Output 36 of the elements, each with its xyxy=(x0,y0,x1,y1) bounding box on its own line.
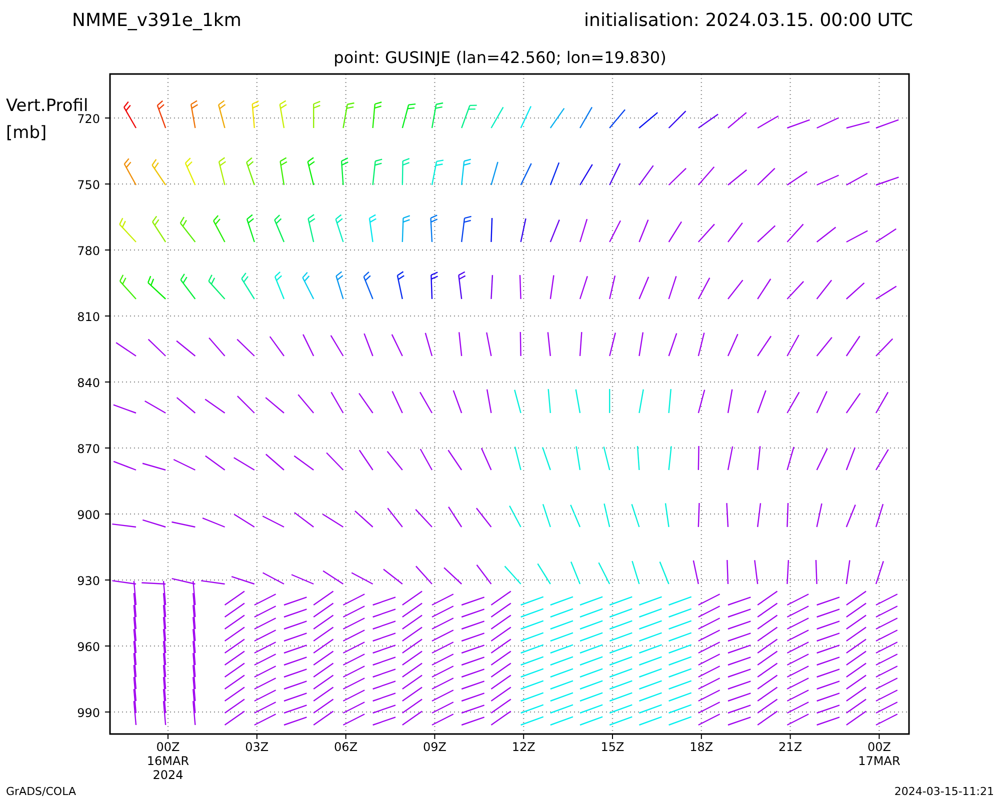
y-tick-label: 960 xyxy=(77,640,100,654)
axis-tick xyxy=(345,734,346,740)
x-tick-label: 09Z xyxy=(422,740,446,754)
axis-tick xyxy=(256,734,258,740)
y-axis-unit: [mb] xyxy=(6,123,47,143)
x-tick-label: 06Z xyxy=(334,740,358,754)
plot-title: point: GUSINJE (lan=42.560; lon=19.830) xyxy=(334,48,666,67)
y-tick-label: 720 xyxy=(77,112,100,126)
axis-tick xyxy=(878,734,880,740)
initialisation-time: initialisation: 2024.03.15. 00:00 UTC xyxy=(584,10,913,31)
axis-tick xyxy=(434,734,436,740)
software-credit: GrADS/COLA xyxy=(6,785,76,798)
axis-tick xyxy=(523,734,524,740)
x-tick-label: 03Z xyxy=(245,740,269,754)
axis-tick xyxy=(612,734,613,740)
x-tick-label: 00Z xyxy=(867,740,891,754)
model-name: NMME_v391e_1km xyxy=(72,10,242,31)
y-tick-label: 810 xyxy=(77,310,100,324)
axis-tick xyxy=(790,734,791,740)
y-tick-label: 990 xyxy=(77,706,100,720)
x-tick-label: 21Z xyxy=(778,740,802,754)
x-date-label: 16MAR xyxy=(146,754,190,768)
y-tick-label: 780 xyxy=(77,244,100,258)
x-date-label: 17MAR xyxy=(858,754,900,768)
y-tick-label: 900 xyxy=(77,508,100,522)
x-tick-label: 15Z xyxy=(600,740,624,754)
x-tick-label: 12Z xyxy=(512,740,536,754)
x-tick-label: 18Z xyxy=(690,740,714,754)
y-tick-label: 930 xyxy=(77,574,100,588)
x-year-label: 2024 xyxy=(152,768,184,782)
y-tick-label: 870 xyxy=(77,442,100,456)
plot-timestamp: 2024-03-15-11:21 xyxy=(894,785,994,798)
x-tick-label: 00Z xyxy=(156,740,180,754)
axis-tick xyxy=(700,734,702,740)
y-tick-label: 750 xyxy=(77,178,100,192)
y-tick-label: 840 xyxy=(77,376,100,390)
